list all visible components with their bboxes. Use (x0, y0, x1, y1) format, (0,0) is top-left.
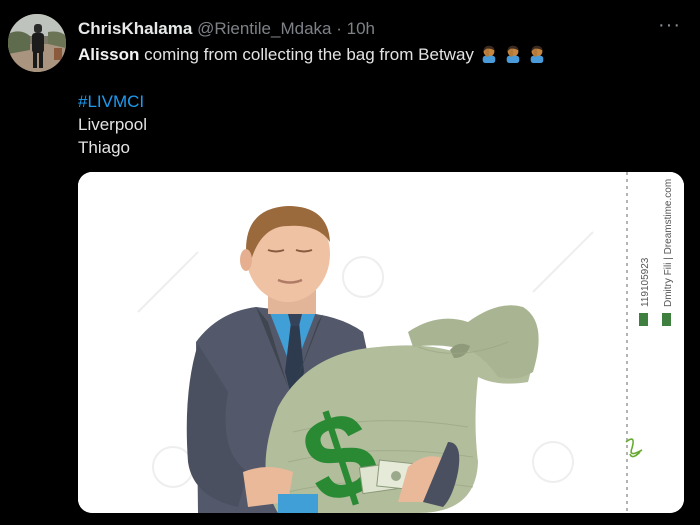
more-options-icon[interactable]: ··· (658, 14, 681, 37)
tweet-header: ChrisKhalama @Rientile_Mdaka · 10h (78, 18, 375, 40)
display-name[interactable]: ChrisKhalama (78, 19, 192, 38)
tweet-text-bold: Alisson (78, 45, 140, 64)
watermark-id: 119105923 (640, 257, 651, 307)
money-bag-photo: 119105923 Dmitry Fili | Dreamstime.com $ (78, 172, 684, 513)
man-facepalming-emoji (530, 45, 544, 63)
emoji-group (474, 45, 546, 64)
man-facepalming-emoji (506, 45, 520, 63)
tweet-text: Alisson coming from collecting the bag f… (78, 43, 546, 159)
tweet-text-rest: coming from collecting the bag from Betw… (144, 45, 474, 64)
separator-dot: · (336, 19, 342, 38)
hashtag-link[interactable]: #LIVMCI (78, 90, 546, 113)
tweet-line-thiago: Thiago (78, 138, 130, 157)
man-facepalming-emoji (482, 45, 496, 63)
tweet[interactable]: ChrisKhalama @Rientile_Mdaka · 10h ··· A… (0, 0, 700, 525)
tweet-media-image[interactable]: 119105923 Dmitry Fili | Dreamstime.com $ (78, 172, 684, 513)
avatar[interactable] (8, 14, 66, 72)
tweet-extra-lines: #LIVMCI Liverpool Thiago (78, 90, 546, 159)
tweet-line-liverpool: Liverpool (78, 115, 147, 134)
tweet-line-1: Alisson coming from collecting the bag f… (78, 43, 546, 66)
user-handle[interactable]: @Rientile_Mdaka (197, 19, 331, 38)
timestamp[interactable]: 10h (347, 19, 375, 38)
watermark-credit: Dmitry Fili | Dreamstime.com (663, 179, 674, 307)
avatar-photo (8, 14, 66, 72)
